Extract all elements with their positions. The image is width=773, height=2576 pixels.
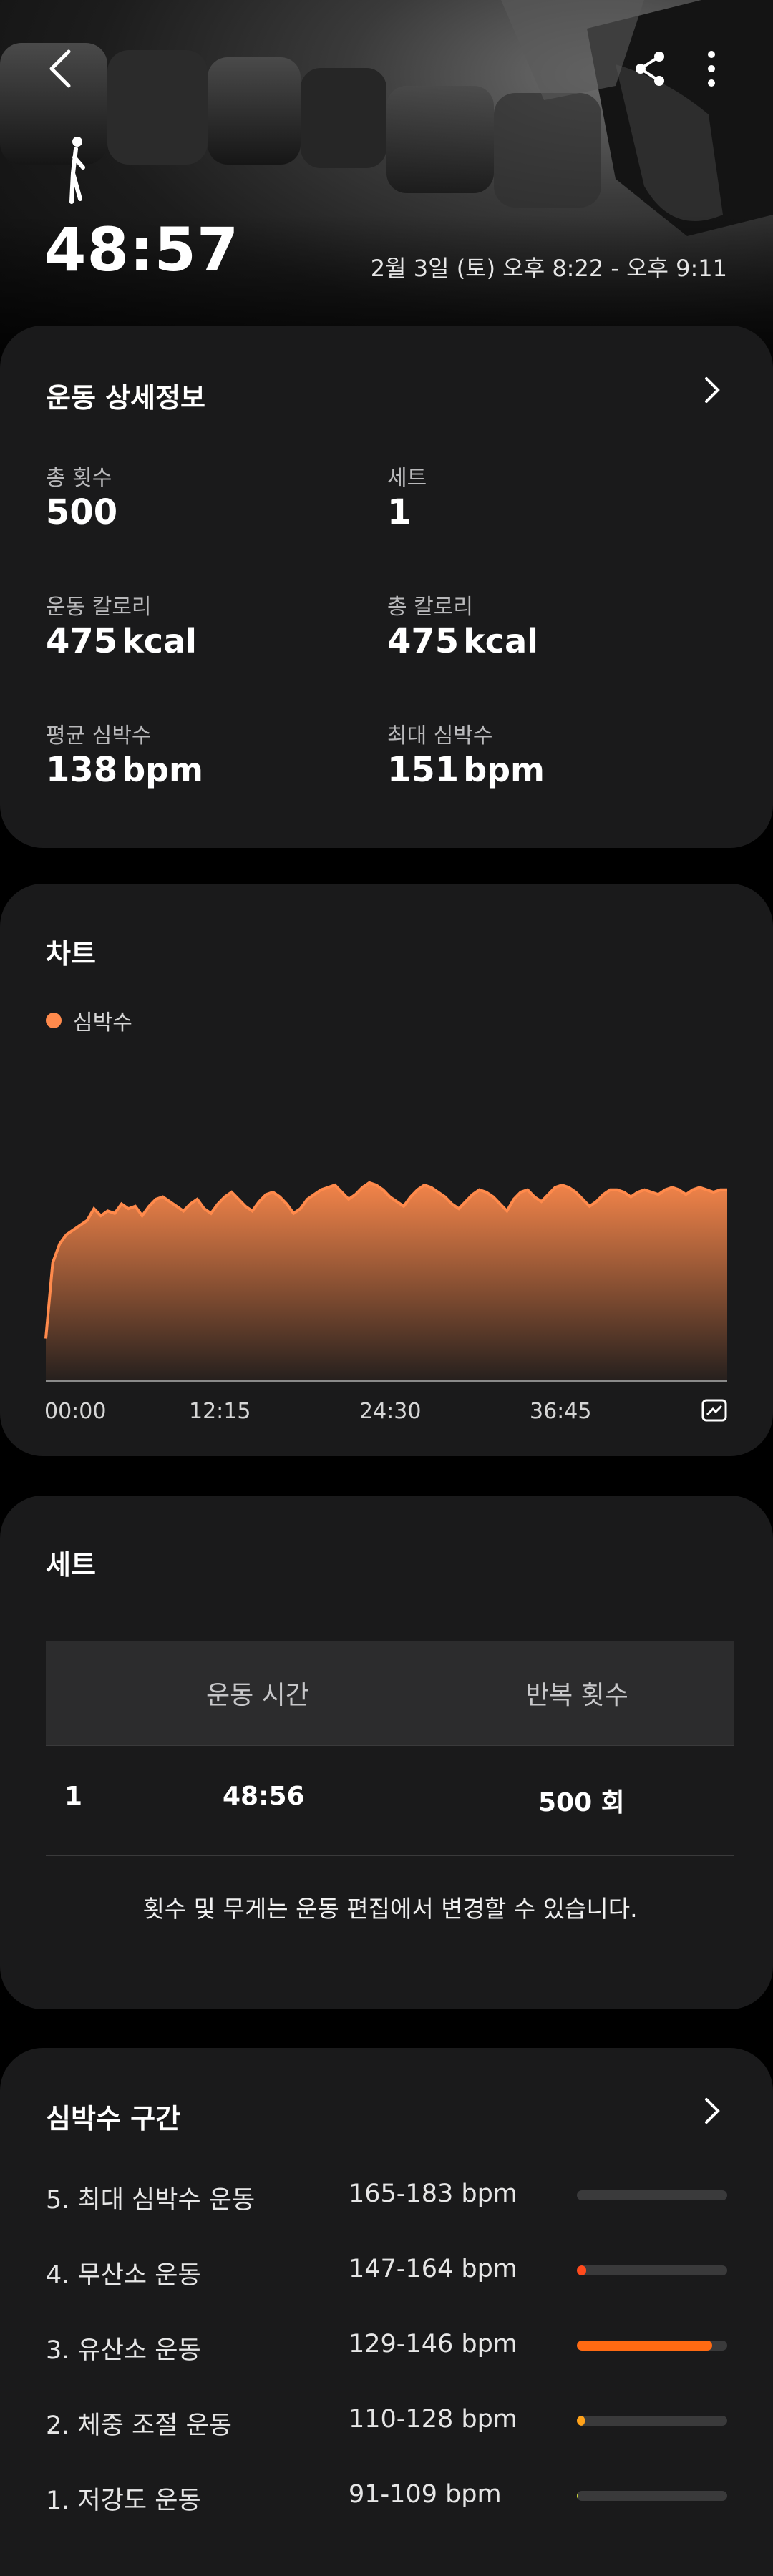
header-reps: 반복 횟수 (525, 1680, 628, 1710)
zone-bar-fill (577, 2416, 585, 2426)
x-tick-label: 24:30 (359, 1399, 422, 1424)
chart-expand-icon[interactable] (701, 1399, 727, 1422)
zone-bar (577, 2265, 727, 2275)
x-tick-label: 36:45 (530, 1399, 592, 1424)
heart-rate-chart (44, 1181, 727, 1382)
zone-bar-fill (577, 2341, 712, 2351)
sets-table-header: 운동 시간 반복 횟수 (46, 1641, 734, 1746)
table-row: 1 48:56 500 회 (46, 1747, 734, 1856)
zone-label: 3. 유산소 운동 (46, 2336, 201, 2365)
zone-label: 5. 최대 심박수 운동 (46, 2186, 256, 2215)
zone-range: 129-146 bpm (349, 2330, 517, 2358)
zone-bar (577, 2416, 727, 2426)
zone-bar (577, 2491, 727, 2501)
zone-label: 1. 저강도 운동 (46, 2487, 201, 2515)
zone-range: 110-128 bpm (349, 2405, 517, 2434)
header-time: 운동 시간 (206, 1680, 309, 1710)
set-reps: 500 회 (538, 1788, 625, 1818)
zone-label: 4. 무산소 운동 (46, 2261, 201, 2290)
chevron-right-icon[interactable] (698, 2097, 726, 2125)
set-index: 1 (64, 1782, 83, 1811)
heart-rate-area (46, 1182, 727, 1381)
sets-table: 운동 시간 반복 횟수 1 48:56 500 회 횟수 및 무게는 운동 편집… (46, 1641, 734, 1923)
sets-title: 세트 (46, 1549, 96, 1581)
sets-note: 횟수 및 무게는 운동 편집에서 변경할 수 있습니다. (142, 1895, 638, 1923)
zone-label: 2. 체중 조절 운동 (46, 2411, 232, 2440)
zone-bar (577, 2190, 727, 2200)
zone-bar (577, 2341, 727, 2351)
x-tick-label: 12:15 (189, 1399, 251, 1424)
hr-zones-title: 심박수 구간 (46, 2103, 181, 2135)
zone-range: 147-164 bpm (349, 2255, 517, 2283)
zone-range: 165-183 bpm (349, 2180, 517, 2208)
zone-bar-fill (577, 2265, 586, 2275)
set-time: 48:56 (223, 1782, 305, 1811)
zone-range: 91-109 bpm (349, 2480, 502, 2509)
x-tick-label: 00:00 (44, 1399, 107, 1424)
